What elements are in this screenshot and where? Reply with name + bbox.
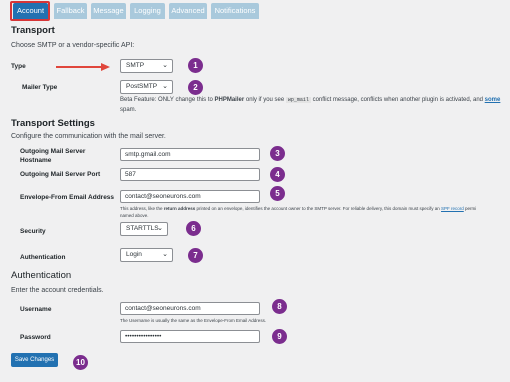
server-port-label: Outgoing Mail Server Port (20, 171, 101, 178)
mailer-type-label: Mailer Type (22, 84, 58, 91)
step-badge-5: 5 (270, 186, 285, 201)
server-port-input[interactable]: 587 (120, 168, 260, 181)
chevron-down-icon: ⌄ (157, 225, 163, 232)
username-note: The Username is usually the same as the … (120, 318, 267, 323)
tab-fallback[interactable]: Fallback (54, 3, 87, 19)
type-label: Type (11, 63, 26, 70)
step-badge-10: 10 (73, 355, 88, 370)
type-select-value: SMTP (126, 62, 145, 69)
username-label: Username (20, 306, 52, 313)
tab-logging[interactable]: Logging (130, 3, 165, 19)
envelope-from-input[interactable]: contact@seoneurons.com (120, 190, 260, 203)
authentication-heading: Authentication (11, 270, 72, 281)
security-select[interactable]: STARTTLS ⌄ (120, 222, 168, 236)
red-arrow-icon (56, 63, 110, 71)
mailer-type-select[interactable]: PostSMTP ⌄ (120, 80, 173, 94)
step-badge-7: 7 (188, 248, 203, 263)
step-badge-4: 4 (270, 167, 285, 182)
step-badge-8: 8 (272, 299, 287, 314)
step-badge-9: 9 (272, 329, 287, 344)
security-label: Security (20, 228, 46, 235)
transport-settings-heading: Transport Settings (11, 118, 95, 129)
tab-bar: Account Fallback Message Logging Advance… (0, 0, 510, 21)
step-badge-1: 1 (188, 58, 203, 73)
authentication-description: Enter the account credentials. (11, 287, 104, 294)
mailer-type-select-value: PostSMTP (126, 83, 158, 90)
authentication-select[interactable]: Login ⌄ (120, 248, 173, 262)
password-input[interactable]: •••••••••••••••• (120, 330, 260, 343)
tab-advanced[interactable]: Advanced (169, 3, 207, 19)
transport-description: Choose SMTP or a vendor-specific API: (11, 42, 135, 49)
server-hostname-input[interactable]: smtp.gmail.com (120, 148, 260, 161)
envelope-from-label: Envelope-From Email Address (20, 194, 115, 201)
server-hostname-label: Outgoing Mail Server Hostname (20, 148, 86, 164)
type-select[interactable]: SMTP ⌄ (120, 59, 173, 73)
chevron-down-icon: ⌄ (162, 83, 168, 90)
mailer-note-line-2: spam. (120, 107, 137, 113)
tab-message[interactable]: Message (91, 3, 126, 19)
authentication-label: Authentication (20, 254, 66, 261)
mailer-note: Beta Feature: ONLY change this to PHPMai… (120, 97, 501, 103)
transport-heading: Transport (11, 25, 55, 36)
chevron-down-icon: ⌄ (162, 62, 168, 69)
authentication-select-value: Login (126, 251, 142, 258)
transport-settings-description: Configure the communication with the mai… (11, 133, 166, 140)
save-changes-button[interactable]: Save Changes (11, 353, 58, 367)
tab-notifications[interactable]: Notifications (211, 3, 259, 19)
step-badge-2: 2 (188, 80, 203, 95)
envelope-note-line-2: named above. (120, 213, 149, 218)
step-badge-3: 3 (270, 146, 285, 161)
username-input[interactable]: contact@seoneurons.com (120, 302, 260, 315)
envelope-note: This address, like the return address pr… (120, 206, 477, 211)
chevron-down-icon: ⌄ (162, 251, 168, 258)
active-tab-highlight (10, 1, 50, 21)
security-select-value: STARTTLS (126, 225, 159, 232)
step-badge-6: 6 (186, 221, 201, 236)
password-label: Password (20, 334, 51, 341)
